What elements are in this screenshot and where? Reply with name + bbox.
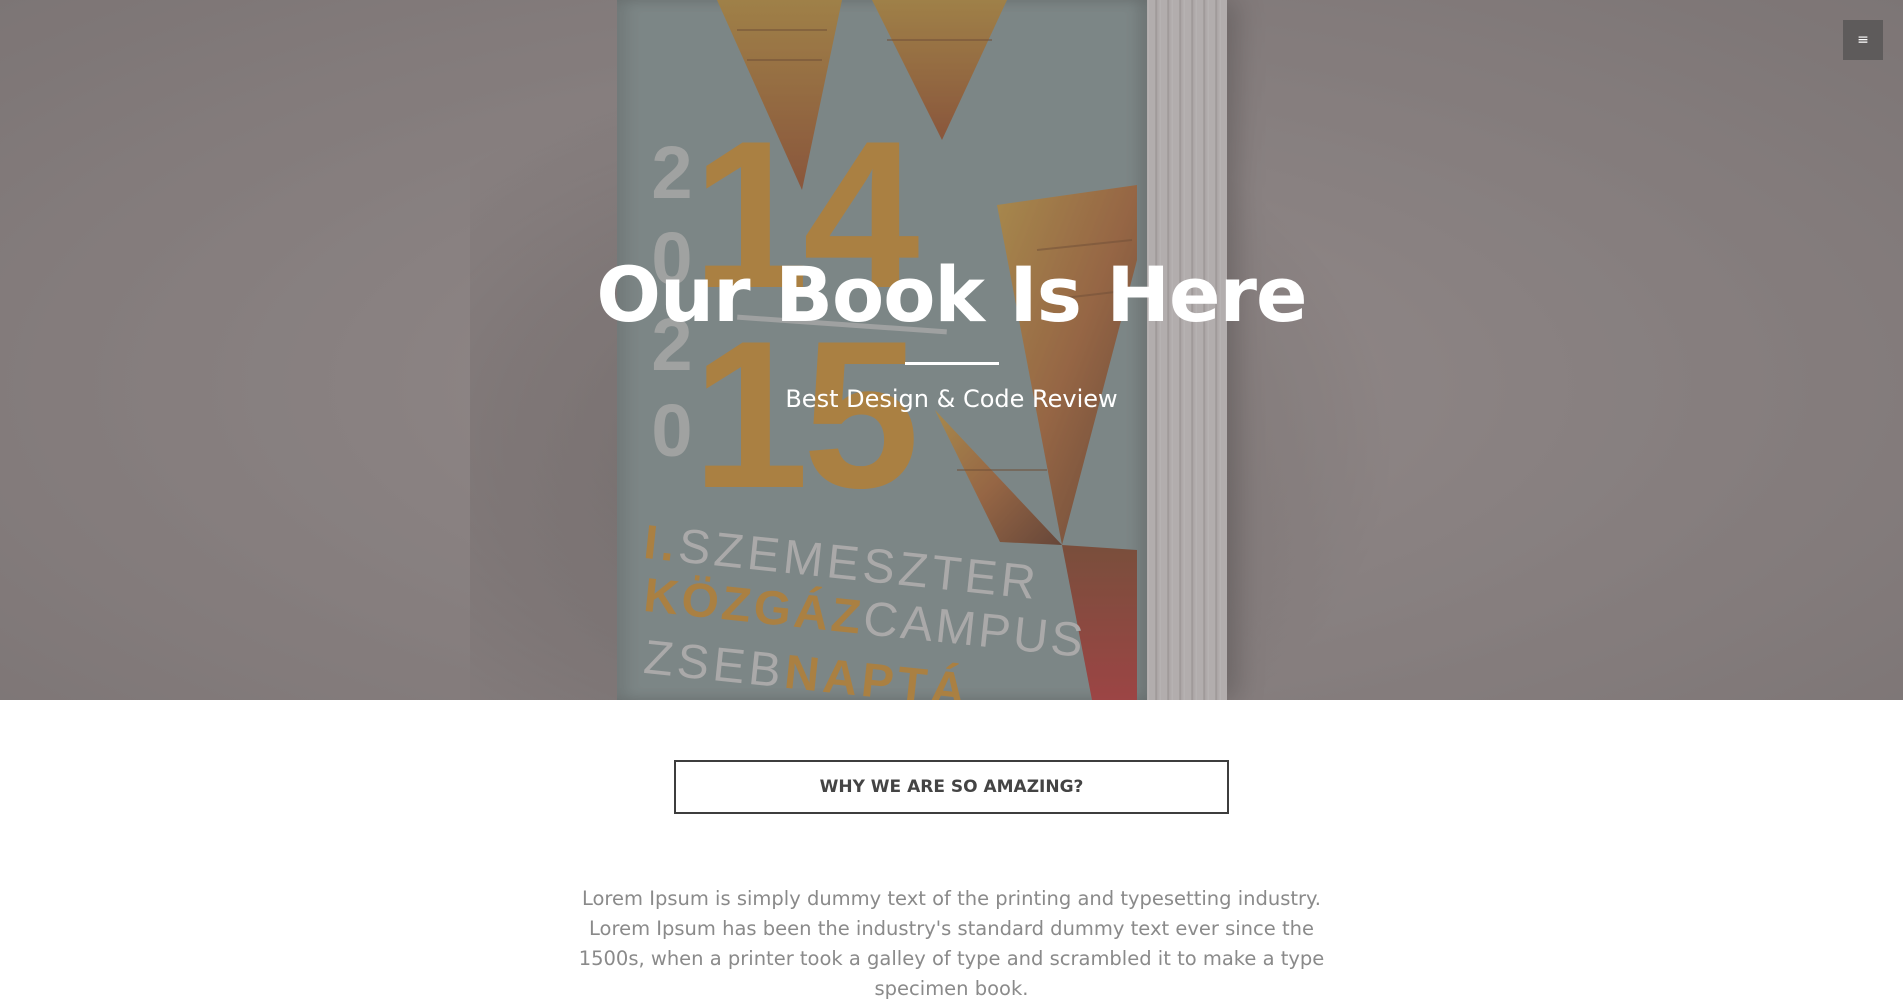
hero-content: Our Book Is Here Best Design & Code Revi… [0,250,1903,413]
hero-section: 2 0 2 0 14 15 I.SZEMESZTER KÖZGÁZCAMPUS … [0,0,1903,700]
hero-divider [904,362,999,365]
intro-paragraph: Lorem Ipsum is simply dummy text of the … [578,887,1325,1000]
hero-title: Our Book Is Here [596,250,1307,339]
hero-subtitle: Best Design & Code Review [785,385,1118,413]
why-amazing-button[interactable]: WHY WE ARE SO AMAZING? [674,760,1229,814]
hamburger-menu-icon: ≡ [1857,32,1869,48]
menu-button[interactable]: ≡ [1843,20,1883,60]
